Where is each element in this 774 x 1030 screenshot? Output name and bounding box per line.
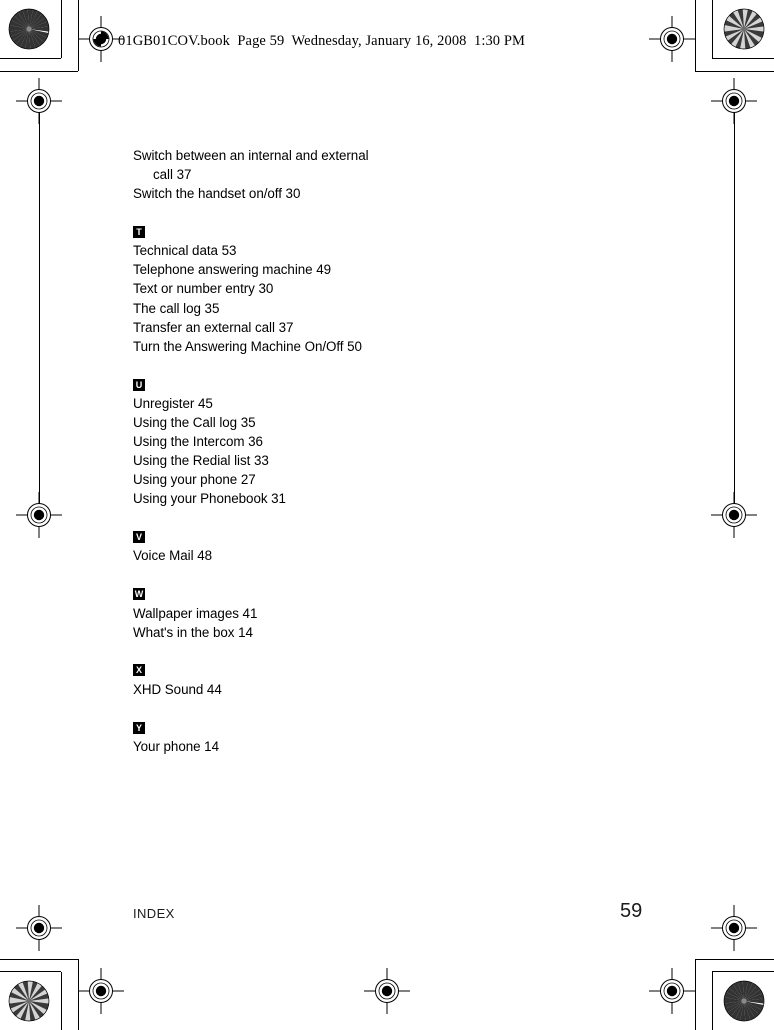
document-slug-line: 01GB01COV.book Page 59 Wednesday, Januar… (118, 33, 526, 49)
index-letter-heading: X (133, 661, 463, 680)
index-letter-heading: U (133, 375, 463, 394)
trim-line-bleed-bottom-left (0, 971, 61, 972)
print-proof-page: 01GB01COV.book Page 59 Wednesday, Januar… (0, 0, 774, 1030)
guide-line-right-margin (734, 101, 735, 521)
trim-line-trim-right-top (695, 0, 696, 71)
index-entry: Wallpaper images 41 (133, 605, 258, 621)
index-letter-heading: W (133, 585, 463, 604)
index-entry: Voice Mail 48 (133, 548, 212, 564)
star-target-icon-bottom-left (6, 978, 52, 1024)
index-entry: XHD Sound 44 (133, 681, 222, 697)
registration-target-icon-top-right (649, 16, 695, 62)
guide-line-left-margin (39, 101, 40, 521)
index-group-gap (133, 566, 463, 585)
index-letter-badge: X (133, 664, 145, 677)
star-target-icon-top-right (721, 6, 767, 52)
trim-line-bleed-right-top (712, 0, 713, 58)
index-entry: call 37 (153, 167, 192, 183)
index-entry: Transfer an external call 37 (133, 319, 294, 335)
trim-line-bleed-top-right (712, 58, 774, 59)
index-letter-badge: T (133, 226, 145, 239)
index-entry: Telephone answering machine 49 (133, 262, 332, 278)
index-entry-list: Switch between an internal and external c… (133, 146, 463, 756)
star-target-icon-top-left (6, 6, 52, 52)
footer-section-label: INDEX (133, 906, 175, 921)
trim-line-bleed-left-bottom (61, 972, 62, 1030)
index-letter-heading: T (133, 222, 463, 241)
index-group-gap (133, 508, 463, 527)
index-entry: The call log 35 (133, 300, 220, 316)
index-entry: Switch between an internal and external (133, 148, 369, 163)
index-letter-heading: Y (133, 718, 463, 737)
index-letter-badge: V (133, 531, 145, 544)
index-entry: Using the Intercom 36 (133, 434, 263, 450)
trim-line-bleed-right-bottom (712, 972, 713, 1030)
index-entry: Using your phone 27 (133, 472, 256, 488)
registration-target-icon-right-lower (711, 905, 757, 951)
index-group-gap (133, 699, 463, 718)
trim-line-trim-bottom-right (695, 959, 774, 960)
index-entry: Using your Phonebook 31 (133, 491, 286, 507)
index-letter-badge: W (133, 588, 145, 601)
trim-line-bleed-top-left (0, 58, 61, 59)
trim-line-bleed-bottom-right (712, 971, 774, 972)
index-entry: Technical data 53 (133, 243, 237, 259)
index-entry: Switch the handset on/off 30 (133, 186, 301, 202)
trim-line-trim-right-bottom (695, 959, 696, 1030)
registration-target-icon-bottom-center (364, 968, 410, 1014)
index-entry: Turn the Answering Machine On/Off 50 (133, 338, 362, 354)
registration-target-icon-right-upper (711, 78, 757, 124)
index-group-gap (133, 356, 463, 375)
index-entry: Using the Call log 35 (133, 414, 256, 430)
index-entry: What's in the box 14 (133, 624, 253, 640)
index-entry: Text or number entry 30 (133, 281, 274, 297)
index-group-gap (133, 203, 463, 222)
index-entry: Unregister 45 (133, 395, 213, 411)
index-letter-badge: Y (133, 721, 145, 734)
star-target-icon-bottom-right (721, 978, 767, 1024)
trim-line-trim-top-left (0, 71, 78, 72)
registration-target-icon-bottom-left (78, 968, 124, 1014)
registration-target-icon-left-middle (16, 492, 62, 538)
index-letter-badge: U (133, 378, 145, 391)
registration-target-icon-bottom-right (649, 968, 695, 1014)
index-entry: Using the Redial list 33 (133, 453, 269, 469)
trim-line-trim-top-right (695, 71, 774, 72)
index-entry: Your phone 14 (133, 738, 219, 754)
registration-target-icon-left-upper (16, 78, 62, 124)
page-number: 59 (620, 900, 643, 922)
registration-target-icon-right-middle (711, 492, 757, 538)
index-letter-heading: V (133, 527, 463, 546)
registration-target-icon-left-lower (16, 905, 62, 951)
index-group-gap (133, 642, 463, 661)
trim-line-trim-bottom-left (0, 959, 78, 960)
trim-line-bleed-left-top (61, 0, 62, 58)
